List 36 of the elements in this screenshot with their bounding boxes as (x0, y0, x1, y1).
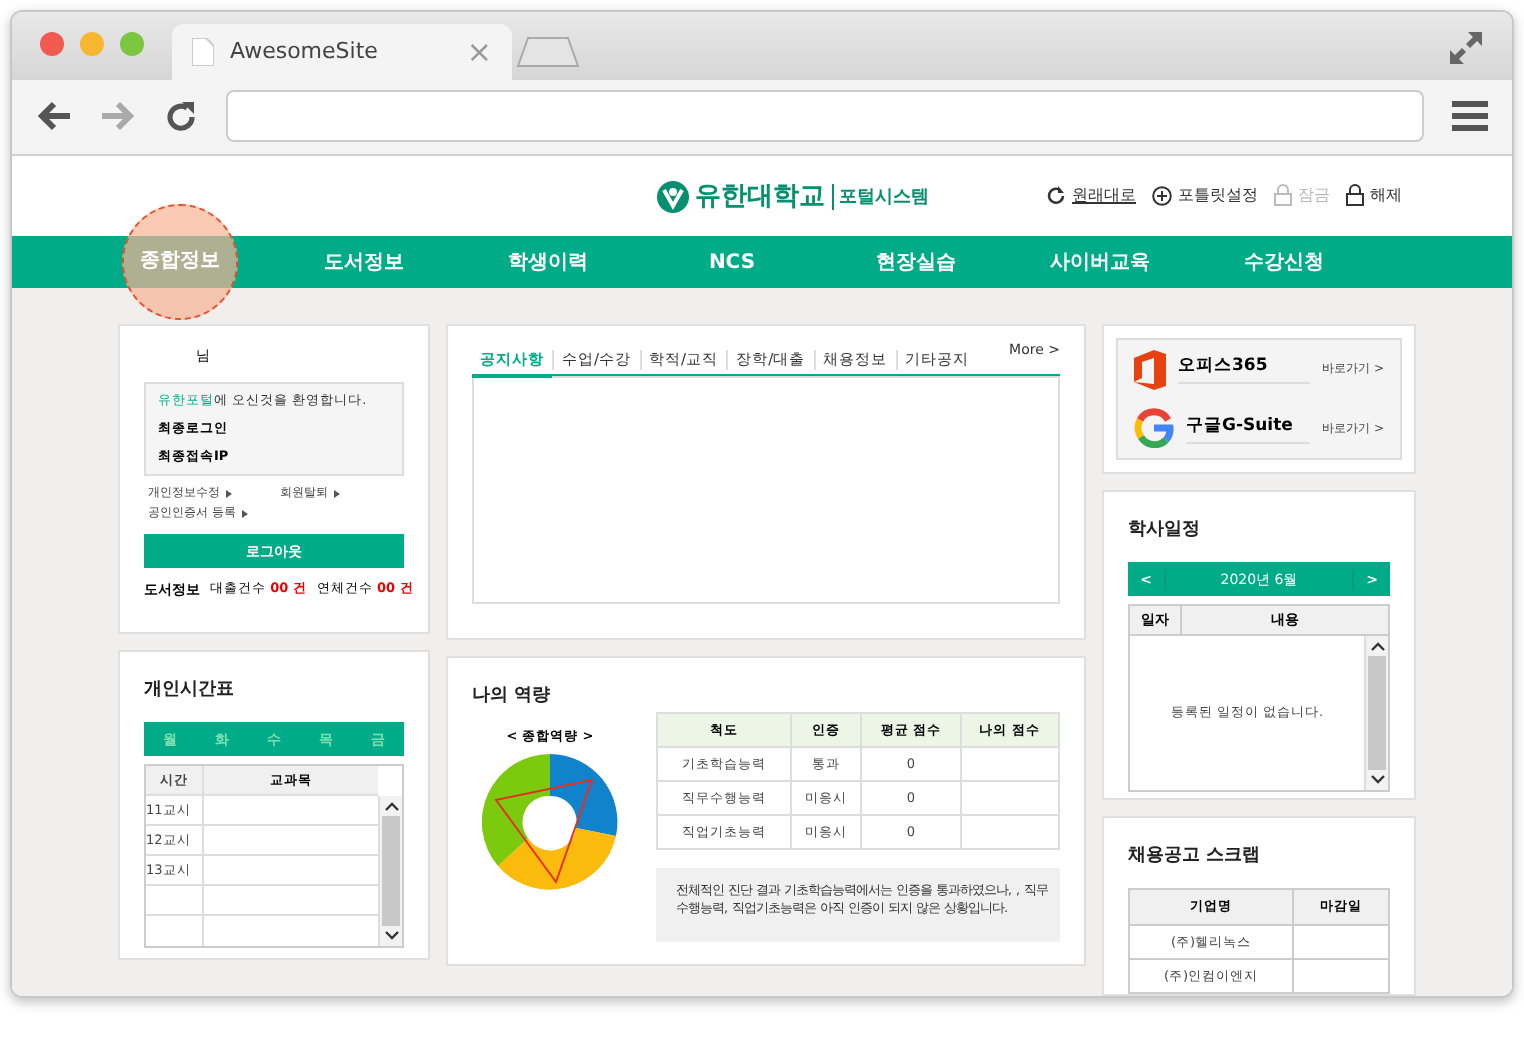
card-title: 나의 역량 (472, 684, 553, 708)
university-name: 유한대학교 (695, 180, 825, 214)
plus-icon (1152, 185, 1172, 205)
university-emblem-icon (655, 179, 689, 213)
scrollbar[interactable] (1364, 636, 1388, 790)
reload-icon[interactable] (164, 99, 198, 134)
tab-title: AwesomeSite (230, 38, 380, 65)
menu-icon[interactable] (1452, 100, 1488, 133)
card-title: 학사일정 (1128, 518, 1202, 542)
header-link[interactable]: 포틀릿설정 (1152, 184, 1258, 206)
header-link[interactable]: 해제 (1346, 184, 1402, 206)
service-name: 오피스365 (1178, 354, 1311, 385)
scroll-up-icon[interactable] (383, 800, 399, 812)
header-link[interactable]: 원래대로 (1046, 184, 1136, 206)
office-logo-icon (1134, 349, 1166, 390)
browser-tab[interactable]: AwesomeSite × (172, 23, 512, 80)
scroll-down-icon[interactable] (383, 930, 399, 942)
close-window-button[interactable] (40, 31, 64, 56)
lock-icon (1346, 184, 1364, 206)
refresh-icon (1046, 185, 1066, 205)
portal-name: 포털시스템 (831, 183, 929, 209)
service-name: 구글G-Suite (1186, 413, 1311, 444)
donut-radar-drawing (482, 754, 618, 890)
page-icon (192, 37, 214, 66)
triangle-icon (334, 489, 340, 497)
card-title: 채용공고 스크랩 (1128, 844, 1263, 868)
triangle-icon (226, 489, 232, 497)
scroll-up-icon[interactable] (1369, 640, 1385, 652)
card-title: 개인시간표 (144, 678, 236, 702)
triangle-icon (241, 509, 248, 517)
scrollbar[interactable] (378, 796, 402, 946)
scroll-down-icon[interactable] (1369, 774, 1385, 786)
back-arrow-icon[interactable] (36, 100, 72, 133)
lock-icon (1274, 184, 1292, 206)
google-logo-icon (1134, 408, 1174, 449)
expand-icon[interactable] (1448, 30, 1484, 66)
